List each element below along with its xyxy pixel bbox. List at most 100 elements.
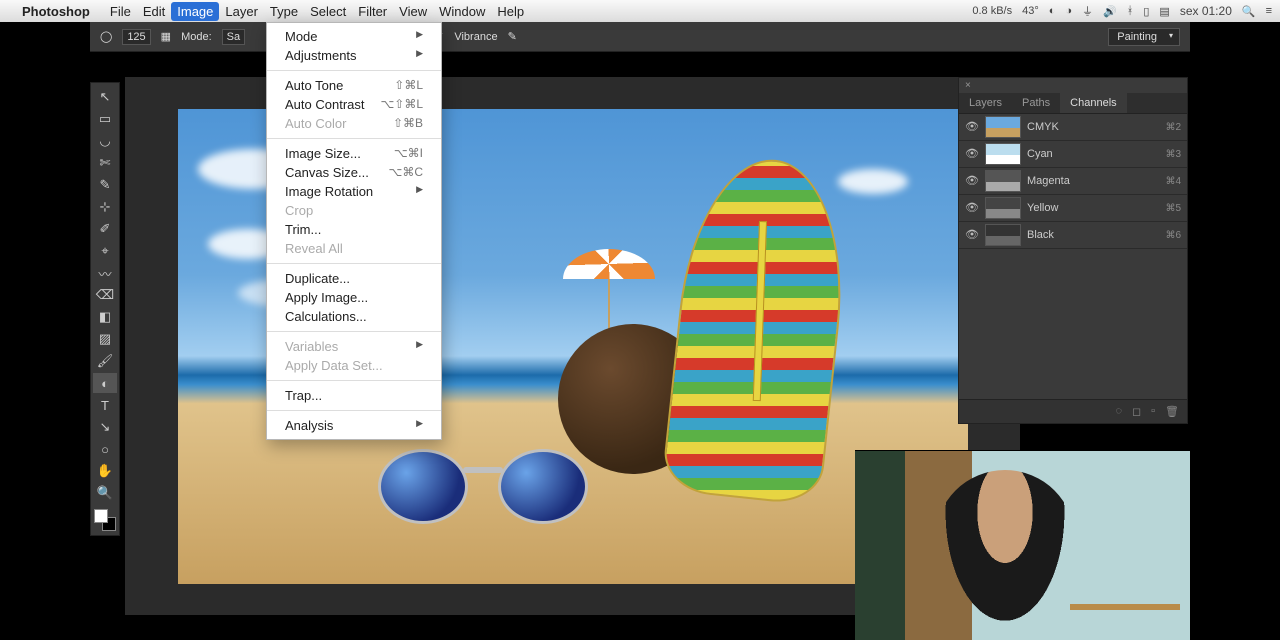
tool-9[interactable]: ⌫ — [93, 285, 117, 305]
clock[interactable]: sex 01:20 — [1180, 4, 1232, 18]
channel-name: Yellow — [1027, 202, 1159, 214]
brush-size-field[interactable]: 125 — [122, 29, 150, 45]
visibility-icon[interactable]: 👁 — [965, 201, 979, 215]
menuitem-apply-image[interactable]: Apply Image... — [267, 288, 441, 307]
tool-18[interactable]: 🔍 — [93, 483, 117, 503]
flag-icon[interactable]: ▤ — [1159, 5, 1169, 18]
tablet-pressure-icon[interactable]: ✎ — [508, 30, 517, 43]
tool-1[interactable]: ▭ — [93, 109, 117, 129]
channel-shortcut: ⌘2 — [1165, 122, 1181, 133]
tab-layers[interactable]: Layers — [959, 93, 1012, 113]
menu-window[interactable]: Window — [433, 2, 491, 21]
tool-16[interactable]: ○ — [93, 439, 117, 459]
tool-3[interactable]: ✄ — [93, 153, 117, 173]
menuitem-mode[interactable]: Mode — [267, 27, 441, 46]
wifi-icon[interactable]: ⏚ — [1082, 3, 1093, 19]
tool-preset-icon[interactable]: ◯ — [100, 30, 112, 43]
tool-7[interactable]: ⌖ — [93, 241, 117, 261]
battery-icon[interactable]: ▯ — [1143, 5, 1149, 18]
tab-channels[interactable]: Channels — [1060, 93, 1126, 113]
delete-channel-icon[interactable]: 🗑 — [1165, 405, 1179, 418]
channel-thumbnail — [985, 143, 1021, 165]
tab-paths[interactable]: Paths — [1012, 93, 1060, 113]
spotlight-icon[interactable]: 🔍 — [1242, 5, 1256, 18]
menu-separator — [267, 380, 441, 381]
menuitem-analysis[interactable]: Analysis — [267, 416, 441, 435]
menu-type[interactable]: Type — [264, 2, 304, 21]
menuitem-shortcut: ⌥⌘I — [394, 146, 423, 161]
save-selection-icon[interactable]: ◻ — [1132, 405, 1141, 418]
tool-5[interactable]: ⊹ — [93, 197, 117, 217]
tool-15[interactable]: ↘ — [93, 417, 117, 437]
visibility-icon[interactable]: 👁 — [965, 228, 979, 242]
moon-icon: ◐ — [1049, 5, 1056, 17]
menu-extras-icon[interactable]: ≡ — [1266, 5, 1272, 17]
visibility-icon[interactable]: 👁 — [965, 174, 979, 188]
menuitem-trap[interactable]: Trap... — [267, 386, 441, 405]
menu-file[interactable]: File — [104, 2, 137, 21]
menu-layer[interactable]: Layer — [219, 2, 264, 21]
brush-panel-icon[interactable]: ▦ — [161, 30, 171, 43]
workspace-dropdown[interactable]: Painting — [1108, 28, 1180, 46]
menuitem-canvas-size[interactable]: Canvas Size... ⌥⌘C — [267, 163, 441, 182]
new-channel-icon[interactable]: ▫ — [1151, 405, 1155, 418]
volume-icon[interactable]: 🔊 — [1103, 5, 1117, 18]
menu-help[interactable]: Help — [491, 2, 530, 21]
menu-edit[interactable]: Edit — [137, 2, 171, 21]
menu-filter[interactable]: Filter — [352, 2, 393, 21]
menuitem-adjustments[interactable]: Adjustments — [267, 46, 441, 65]
tool-4[interactable]: ✎ — [93, 175, 117, 195]
tool-6[interactable]: ✐ — [93, 219, 117, 239]
menuitem-shortcut: ⇧⌘L — [394, 78, 423, 93]
menuitem-image-size[interactable]: Image Size...⌥⌘I — [267, 144, 441, 163]
menuitem-label: Canvas Size... — [285, 165, 369, 180]
bluetooth-icon[interactable]: ᚼ — [1127, 5, 1134, 17]
tool-12[interactable]: 🖌 — [93, 351, 117, 371]
channel-row-magenta[interactable]: 👁Magenta⌘4 — [959, 168, 1187, 195]
menu-view[interactable]: View — [393, 2, 433, 21]
tool-17[interactable]: ✋ — [93, 461, 117, 481]
menuitem-crop: Crop — [267, 201, 441, 220]
color-swatches[interactable] — [94, 509, 116, 531]
presenter-graphic — [935, 470, 1075, 640]
tool-0[interactable]: ↖ — [93, 87, 117, 107]
tool-10[interactable]: ◧ — [93, 307, 117, 327]
tool-13[interactable]: ◐ — [93, 373, 117, 393]
menuitem-image-rotation[interactable]: Image Rotation — [267, 182, 441, 201]
letterbox-left — [0, 22, 90, 640]
menuitem-auto-contrast[interactable]: Auto Contrast⌥⇧⌘L — [267, 95, 441, 114]
tool-14[interactable]: T — [93, 395, 117, 415]
channel-row-cmyk[interactable]: 👁CMYK⌘2 — [959, 114, 1187, 141]
panel-close-icon[interactable]: × — [959, 78, 1187, 93]
menuitem-trim[interactable]: Trim... — [267, 220, 441, 239]
channels-panel: × LayersPathsChannels 👁CMYK⌘2👁Cyan⌘3👁Mag… — [958, 77, 1188, 424]
menuitem-label: Trim... — [285, 222, 321, 237]
load-selection-icon[interactable]: ◌ — [1115, 405, 1122, 418]
channel-row-yellow[interactable]: 👁Yellow⌘5 — [959, 195, 1187, 222]
menuitem-shortcut: ⌥⌘C — [389, 165, 424, 180]
menuitem-duplicate[interactable]: Duplicate... — [267, 269, 441, 288]
menuitem-label: Auto Contrast — [285, 97, 365, 112]
channel-name: Magenta — [1027, 175, 1159, 187]
menuitem-auto-tone[interactable]: Auto Tone⇧⌘L — [267, 76, 441, 95]
options-bar: ◯ 125 ▦ Mode: Sa ✓ Vibrance ✎ Painting — [90, 22, 1190, 52]
visibility-icon[interactable]: 👁 — [965, 147, 979, 161]
menuitem-label: Apply Data Set... — [285, 358, 383, 373]
menuitem-variables: Variables — [267, 337, 441, 356]
menu-separator — [267, 138, 441, 139]
channel-shortcut: ⌘6 — [1165, 230, 1181, 241]
app-name[interactable]: Photoshop — [22, 4, 90, 19]
tool-8[interactable]: 〰 — [93, 263, 117, 283]
menu-select[interactable]: Select — [304, 2, 352, 21]
menuitem-label: Auto Color — [285, 116, 346, 131]
channel-row-black[interactable]: 👁Black⌘6 — [959, 222, 1187, 249]
tool-11[interactable]: ▨ — [93, 329, 117, 349]
menuitem-shortcut: ⇧⌘B — [393, 116, 423, 131]
tool-2[interactable]: ◡ — [93, 131, 117, 151]
visibility-icon[interactable]: 👁 — [965, 120, 979, 134]
channel-row-cyan[interactable]: 👁Cyan⌘3 — [959, 141, 1187, 168]
mode-dropdown[interactable]: Sa — [222, 29, 245, 45]
menu-image[interactable]: Image — [171, 2, 219, 21]
menuitem-calculations[interactable]: Calculations... — [267, 307, 441, 326]
menuitem-label: Crop — [285, 203, 313, 218]
